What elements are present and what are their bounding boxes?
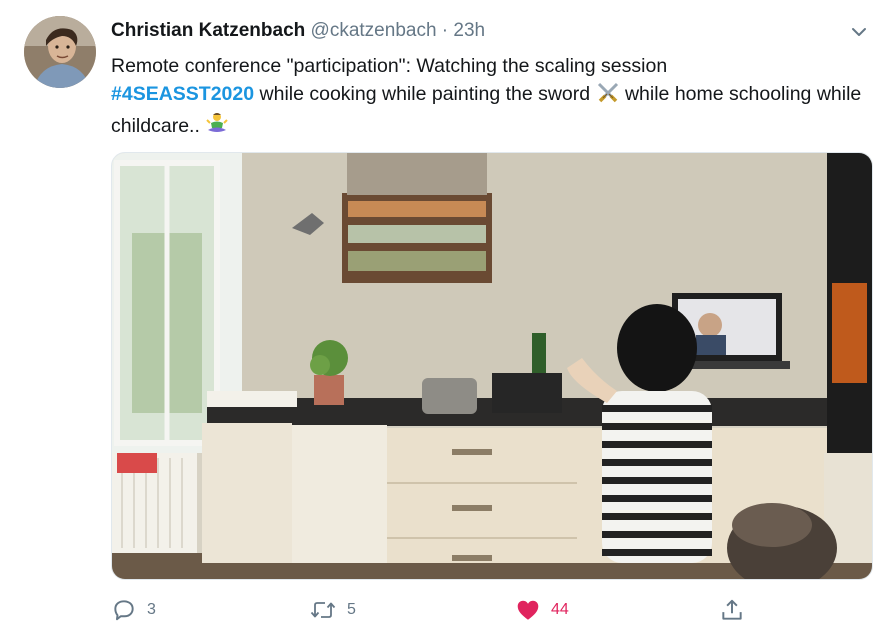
hashtag-link[interactable]: #4SEASST2020 <box>111 83 254 105</box>
reply-count: 3 <box>147 601 156 618</box>
tweet-header: Christian Katzenbach @ckatzenbach · 23h <box>111 18 835 44</box>
like-button[interactable]: 44 <box>515 592 569 628</box>
person-in-lotus-position-icon <box>205 111 229 143</box>
reply-button[interactable]: 3 <box>111 592 156 628</box>
avatar-image <box>24 16 96 88</box>
retweet-count: 5 <box>347 601 356 618</box>
tweet-text: Remote conference "participation": Watch… <box>111 52 871 143</box>
chevron-down-icon[interactable] <box>849 22 869 42</box>
timestamp[interactable]: 23h <box>453 20 485 41</box>
avatar[interactable] <box>24 16 96 88</box>
author-handle[interactable]: @ckatzenbach <box>311 20 437 41</box>
reply-icon <box>114 600 134 621</box>
retweet-icon <box>310 602 336 618</box>
tweet-text-part1: Remote conference "participation": Watch… <box>111 55 668 77</box>
retweet-button[interactable]: 5 <box>309 592 356 628</box>
kitchen-photo-image <box>112 153 872 579</box>
heart-icon <box>517 600 539 620</box>
like-count: 44 <box>551 601 569 618</box>
separator-dot: · <box>441 20 449 41</box>
tweet-actions: 3 5 44 <box>111 592 751 628</box>
author-name[interactable]: Christian Katzenbach <box>111 20 305 41</box>
tweet-text-part2: while cooking while painting the sword <box>254 83 596 105</box>
tweet-photo[interactable] <box>111 152 873 580</box>
crossed-swords-icon <box>596 81 620 111</box>
share-icon <box>722 599 742 620</box>
share-button[interactable] <box>719 592 745 628</box>
